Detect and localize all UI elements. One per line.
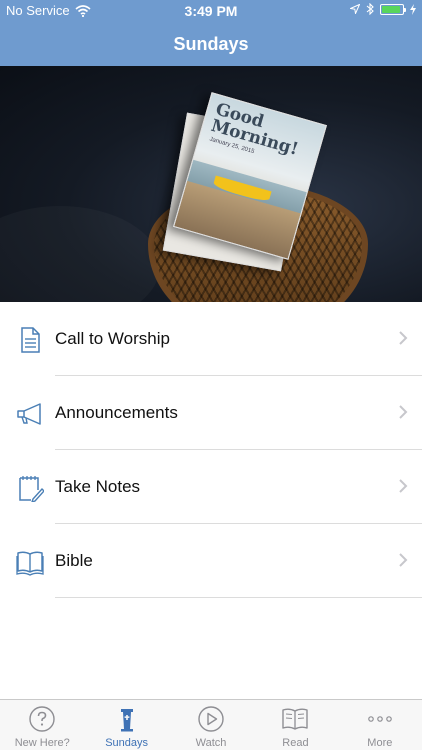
megaphone-icon	[17, 403, 41, 425]
tab-bar: New Here? Sundays Watch Read More	[0, 699, 422, 750]
play-circle-icon	[198, 706, 224, 732]
menu-item-bible[interactable]: Bible	[0, 524, 422, 598]
tab-label: More	[367, 737, 393, 749]
status-bar: No Service 3:49 PM	[0, 0, 422, 22]
menu-item-take-notes[interactable]: Take Notes	[0, 450, 422, 524]
tab-sundays[interactable]: Sundays	[84, 700, 168, 750]
open-book-icon	[16, 551, 44, 576]
menu-item-label: Announcements	[55, 403, 178, 422]
menu-item-label: Call to Worship	[55, 329, 170, 348]
tab-label: New Here?	[14, 737, 70, 749]
status-right	[350, 3, 416, 15]
menu-item-call-to-worship[interactable]: Call to Worship	[0, 302, 422, 376]
menu-item-label: Take Notes	[55, 477, 141, 496]
sundays-menu: Call to Worship Announcements Take Notes…	[0, 302, 422, 598]
tab-new-here[interactable]: New Here?	[0, 700, 84, 750]
pulpit-icon	[120, 709, 133, 732]
open-book-icon	[282, 708, 309, 730]
divider	[55, 597, 422, 598]
page-title: Sundays	[173, 34, 249, 54]
sundays-screen: No Service 3:49 PM Sundays Good Morning!…	[0, 0, 422, 750]
document-icon	[21, 327, 40, 353]
location-arrow-icon	[350, 4, 360, 14]
tab-watch[interactable]: Watch	[169, 700, 253, 750]
tab-label: Watch	[195, 737, 227, 749]
tab-more[interactable]: More	[338, 700, 422, 750]
notepad-pen-icon	[19, 476, 44, 502]
chevron-right-icon	[399, 553, 408, 567]
header: No Service 3:49 PM Sundays	[0, 0, 422, 66]
chevron-right-icon	[399, 331, 408, 345]
tab-label: Sundays	[105, 737, 149, 749]
chevron-right-icon	[399, 479, 408, 493]
question-circle-icon	[29, 706, 55, 732]
tab-read[interactable]: Read	[253, 700, 337, 750]
bluetooth-icon	[366, 3, 374, 15]
tab-label: Read	[282, 737, 309, 749]
ellipsis-icon	[368, 716, 392, 722]
charging-bolt-icon	[410, 3, 416, 15]
chevron-right-icon	[399, 405, 408, 419]
menu-item-announcements[interactable]: Announcements	[0, 376, 422, 450]
battery-fill	[382, 5, 400, 13]
menu-item-label: Bible	[55, 551, 93, 570]
hero-background-shape	[0, 206, 160, 302]
battery-icon	[380, 3, 406, 15]
hero-image: Good Morning! January 25, 2015	[0, 66, 422, 302]
